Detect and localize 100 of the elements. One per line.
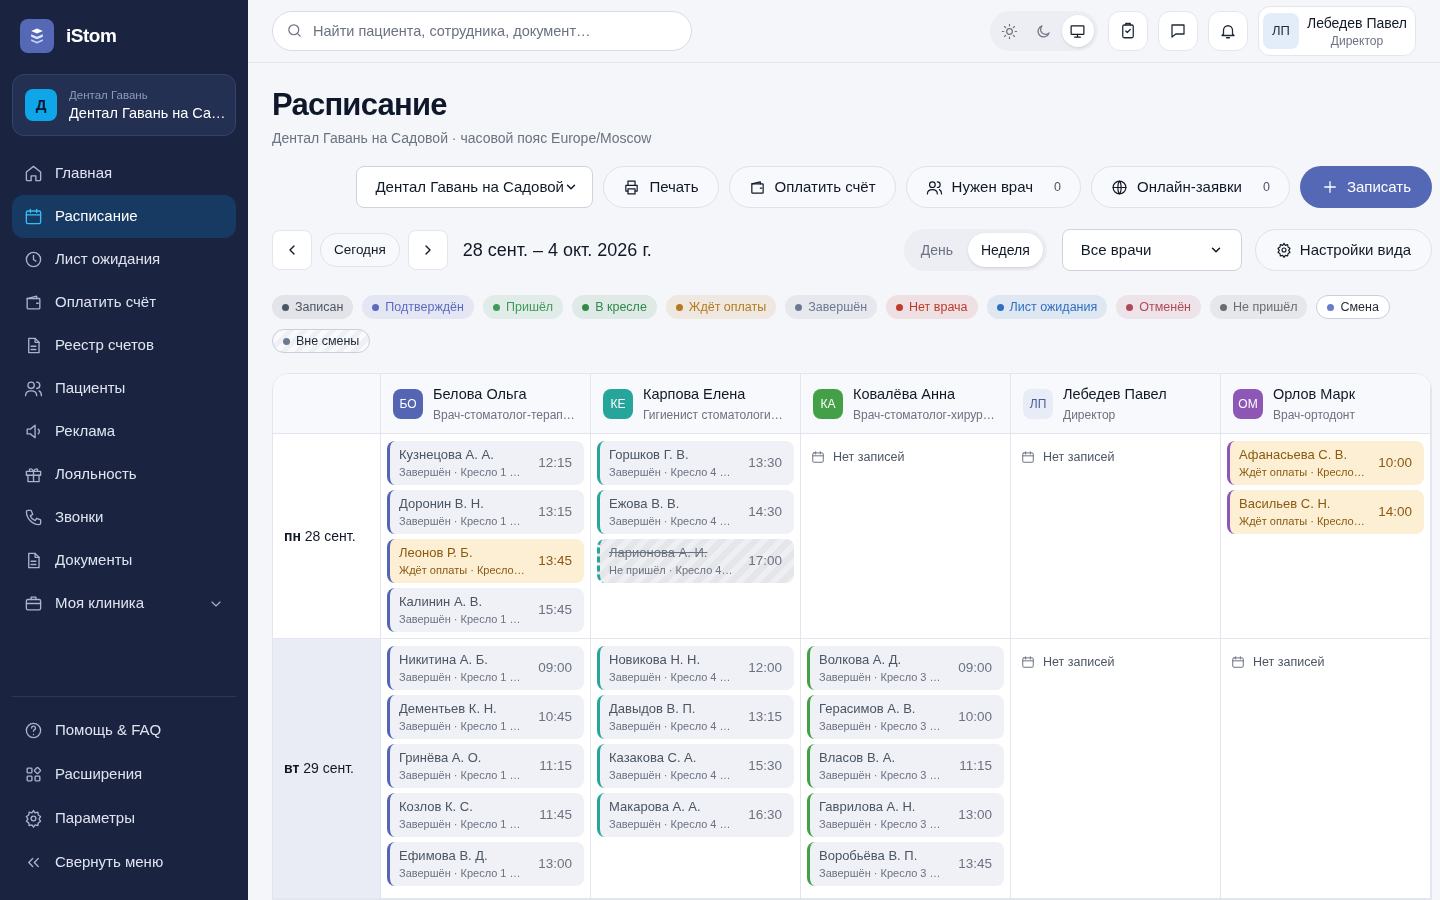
appointment-card[interactable]: Леонов Р. Б. Ждёт оплаты · Кресло… 13:45 xyxy=(387,539,584,583)
sidebar-item[interactable]: Моя клиника xyxy=(12,582,236,625)
appointment-time: 13:45 xyxy=(958,854,992,873)
appointment-card[interactable]: Гринёва А. О. Завершён · Кресло 1 … 11:15 xyxy=(387,744,584,788)
status-chip: Лист ожидания xyxy=(986,295,1108,319)
patient-name: Афанасьева С. В. xyxy=(1239,446,1349,463)
theme-option[interactable] xyxy=(1061,15,1094,47)
messages-button[interactable] xyxy=(1157,11,1198,51)
doctor-role: Врач-ортодонт xyxy=(1273,407,1355,423)
sidebar-item[interactable]: Свернуть меню xyxy=(12,840,236,884)
appointment-card[interactable]: Козлов К. С. Завершён · Кресло 1 … 11:45 xyxy=(387,793,584,837)
sidebar-item[interactable]: Параметры xyxy=(12,796,236,840)
chat-icon xyxy=(1168,22,1187,40)
users-icon xyxy=(24,379,43,398)
today-button[interactable]: Сегодня xyxy=(320,233,400,267)
appointment-card[interactable]: Власов В. А. Завершён · Кресло 3 … 11:15 xyxy=(807,744,1004,788)
sidebar-item[interactable]: Реклама xyxy=(12,410,236,453)
settings-icon xyxy=(1275,242,1292,258)
sun-icon xyxy=(1001,22,1019,40)
appointment-card[interactable]: Кузнецова А. А. Завершён · Кресло 1 … 12:15 xyxy=(387,441,584,485)
action-button[interactable]: Онлайн-заявки 0 xyxy=(1090,166,1290,208)
doctor-avatar: КЕ xyxy=(603,388,633,419)
user-avatar: ЛП xyxy=(1262,13,1299,49)
doctor-role: Врач-стоматолог-хирур… xyxy=(853,407,995,423)
day-label: пн 28 сент. xyxy=(284,526,356,546)
appointment-time: 10:00 xyxy=(1378,453,1412,472)
sidebar-item[interactable]: Помощь & FAQ xyxy=(12,708,236,752)
view-settings-button[interactable]: Настройки вида xyxy=(1254,229,1432,271)
appointment-details: Завершён · Кресло 4 … xyxy=(609,767,732,783)
appointment-time: 12:00 xyxy=(748,658,782,677)
appointment-card[interactable]: Горшков Г. В. Завершён · Кресло 4 … 13:30 xyxy=(597,441,794,485)
empty-state-text: Нет записей xyxy=(1253,654,1325,671)
patient-name: Горшков Г. В. xyxy=(609,446,690,463)
appointment-card[interactable]: Воробьёва В. П. Завершён · Кресло 3 … 13:45 xyxy=(807,842,1004,886)
doctor-name: Карпова Елена xyxy=(643,385,747,404)
action-button[interactable]: Печать xyxy=(603,166,719,208)
sidebar-item[interactable]: Оплатить счёт xyxy=(12,281,236,324)
status-chip: Вне смены xyxy=(272,329,371,353)
appointment-card[interactable]: Афанасьева С. В. Ждёт оплаты · Кресло… 10:00 xyxy=(1227,441,1424,485)
sidebar-item[interactable]: Расписание xyxy=(12,195,236,238)
appointment-card[interactable]: Калинин А. В. Завершён · Кресло 1 … 15:45 xyxy=(387,588,584,632)
sidebar-item[interactable]: Лист ожидания xyxy=(12,238,236,281)
appointment-card[interactable]: Герасимов А. В. Завершён · Кресло 3 … 10:00 xyxy=(807,695,1004,739)
appointment-card[interactable]: Гаврилова А. Н. Завершён · Кресло 3 … 13:00 xyxy=(807,793,1004,837)
clinic-switcher[interactable]: Д Дентал Гавань Дентал Гавань на Са… xyxy=(12,74,236,136)
tasks-button[interactable] xyxy=(1107,11,1148,51)
action-button[interactable]: Нужен врач 0 xyxy=(905,166,1081,208)
view-tab[interactable]: День xyxy=(907,233,966,267)
appointment-card[interactable]: Дементьев К. Н. Завершён · Кресло 1 … 10:45 xyxy=(387,695,584,739)
appointment-card[interactable]: Ларионова А. И. Не пришёл · Кресло 4… 17:00 xyxy=(597,539,794,583)
appointment-details: Завершён · Кресло 1 … xyxy=(399,669,522,685)
sidebar-item[interactable]: Главная xyxy=(12,152,236,195)
book-button[interactable]: Записать xyxy=(1299,166,1432,208)
doctor-select-value: Все врачи xyxy=(1080,239,1152,260)
sidebar-item[interactable]: Звонки xyxy=(12,496,236,539)
action-button[interactable]: Оплатить счёт xyxy=(728,166,896,208)
date-range: 28 сент. – 4 окт. 2026 г. xyxy=(462,238,652,262)
doctor-avatar: ЛП xyxy=(1023,388,1053,419)
appointment-details: Завершён · Кресло 4 … xyxy=(609,464,732,480)
calendar-icon xyxy=(811,450,825,465)
sidebar-item[interactable]: Пациенты xyxy=(12,367,236,410)
clinic-label: Дентал Гавань xyxy=(69,88,149,103)
clinic-select[interactable]: Дентал Гавань на Садовой xyxy=(356,166,594,208)
user-menu[interactable]: ЛП Лебедев Павел Директор xyxy=(1257,6,1416,56)
doctor-avatar: КА xyxy=(813,388,843,419)
doctor-select[interactable]: Все врачи xyxy=(1061,229,1242,271)
user-role: Директор xyxy=(1330,33,1384,49)
appointment-card[interactable]: Давыдов В. П. Завершён · Кресло 4 … 13:15 xyxy=(597,695,794,739)
sidebar-item[interactable]: Лояльность xyxy=(12,453,236,496)
view-tab[interactable]: Неделя xyxy=(968,233,1043,267)
appointment-time: 15:30 xyxy=(748,756,782,775)
appointment-details: Завершён · Кресло 4 … xyxy=(609,718,732,734)
appointment-details: Ждёт оплаты · Кресло… xyxy=(399,562,526,578)
appointment-time: 13:00 xyxy=(538,854,572,873)
appointment-time: 13:00 xyxy=(958,805,992,824)
appointment-details: Завершён · Кресло 1 … xyxy=(399,464,522,480)
status-chip: Ждёт оплаты xyxy=(665,295,777,319)
appointment-card[interactable]: Новикова Н. Н. Завершён · Кресло 4 … 12:00 xyxy=(597,646,794,690)
notifications-button[interactable] xyxy=(1207,11,1248,51)
appointment-card[interactable]: Ежова В. В. Завершён · Кресло 4 … 14:30 xyxy=(597,490,794,534)
count-text: 0 xyxy=(1054,178,1061,196)
calendar-icon xyxy=(24,207,43,226)
appointment-card[interactable]: Никитина А. Б. Завершён · Кресло 1 … 09:00 xyxy=(387,646,584,690)
search-field[interactable]: Найти пациента, сотрудника, документ… xyxy=(272,11,692,51)
appointment-card[interactable]: Васильев С. Н. Ждёт оплаты · Кресло… 14:00 xyxy=(1227,490,1424,534)
sidebar-item[interactable]: Реестр счетов xyxy=(12,324,236,367)
status-chip: Нет врача xyxy=(886,295,978,319)
patient-name: Доронин В. Н. xyxy=(399,495,485,512)
sidebar-item[interactable]: Документы xyxy=(12,539,236,582)
appointment-card[interactable]: Казакова С. А. Завершён · Кресло 4 … 15:30 xyxy=(597,744,794,788)
appointment-card[interactable]: Доронин В. Н. Завершён · Кресло 1 … 13:15 xyxy=(387,490,584,534)
appointment-card[interactable]: Макарова А. А. Завершён · Кресло 4 … 16:30 xyxy=(597,793,794,837)
appointment-card[interactable]: Ефимова В. Д. Завершён · Кресло 1 … 13:00 xyxy=(387,842,584,886)
patient-name: Воробьёва В. П. xyxy=(819,847,919,864)
status-chip: Отменён xyxy=(1116,295,1201,319)
appointment-details: Завершён · Кресло 3 … xyxy=(819,865,942,881)
patient-name: Ефимова В. Д. xyxy=(399,847,489,864)
sidebar-item[interactable]: Расширения xyxy=(12,752,236,796)
appointment-card[interactable]: Волкова А. Д. Завершён · Кресло 3 … 09:00 xyxy=(807,646,1004,690)
appointment-details: Не пришёл · Кресло 4… xyxy=(609,562,734,578)
